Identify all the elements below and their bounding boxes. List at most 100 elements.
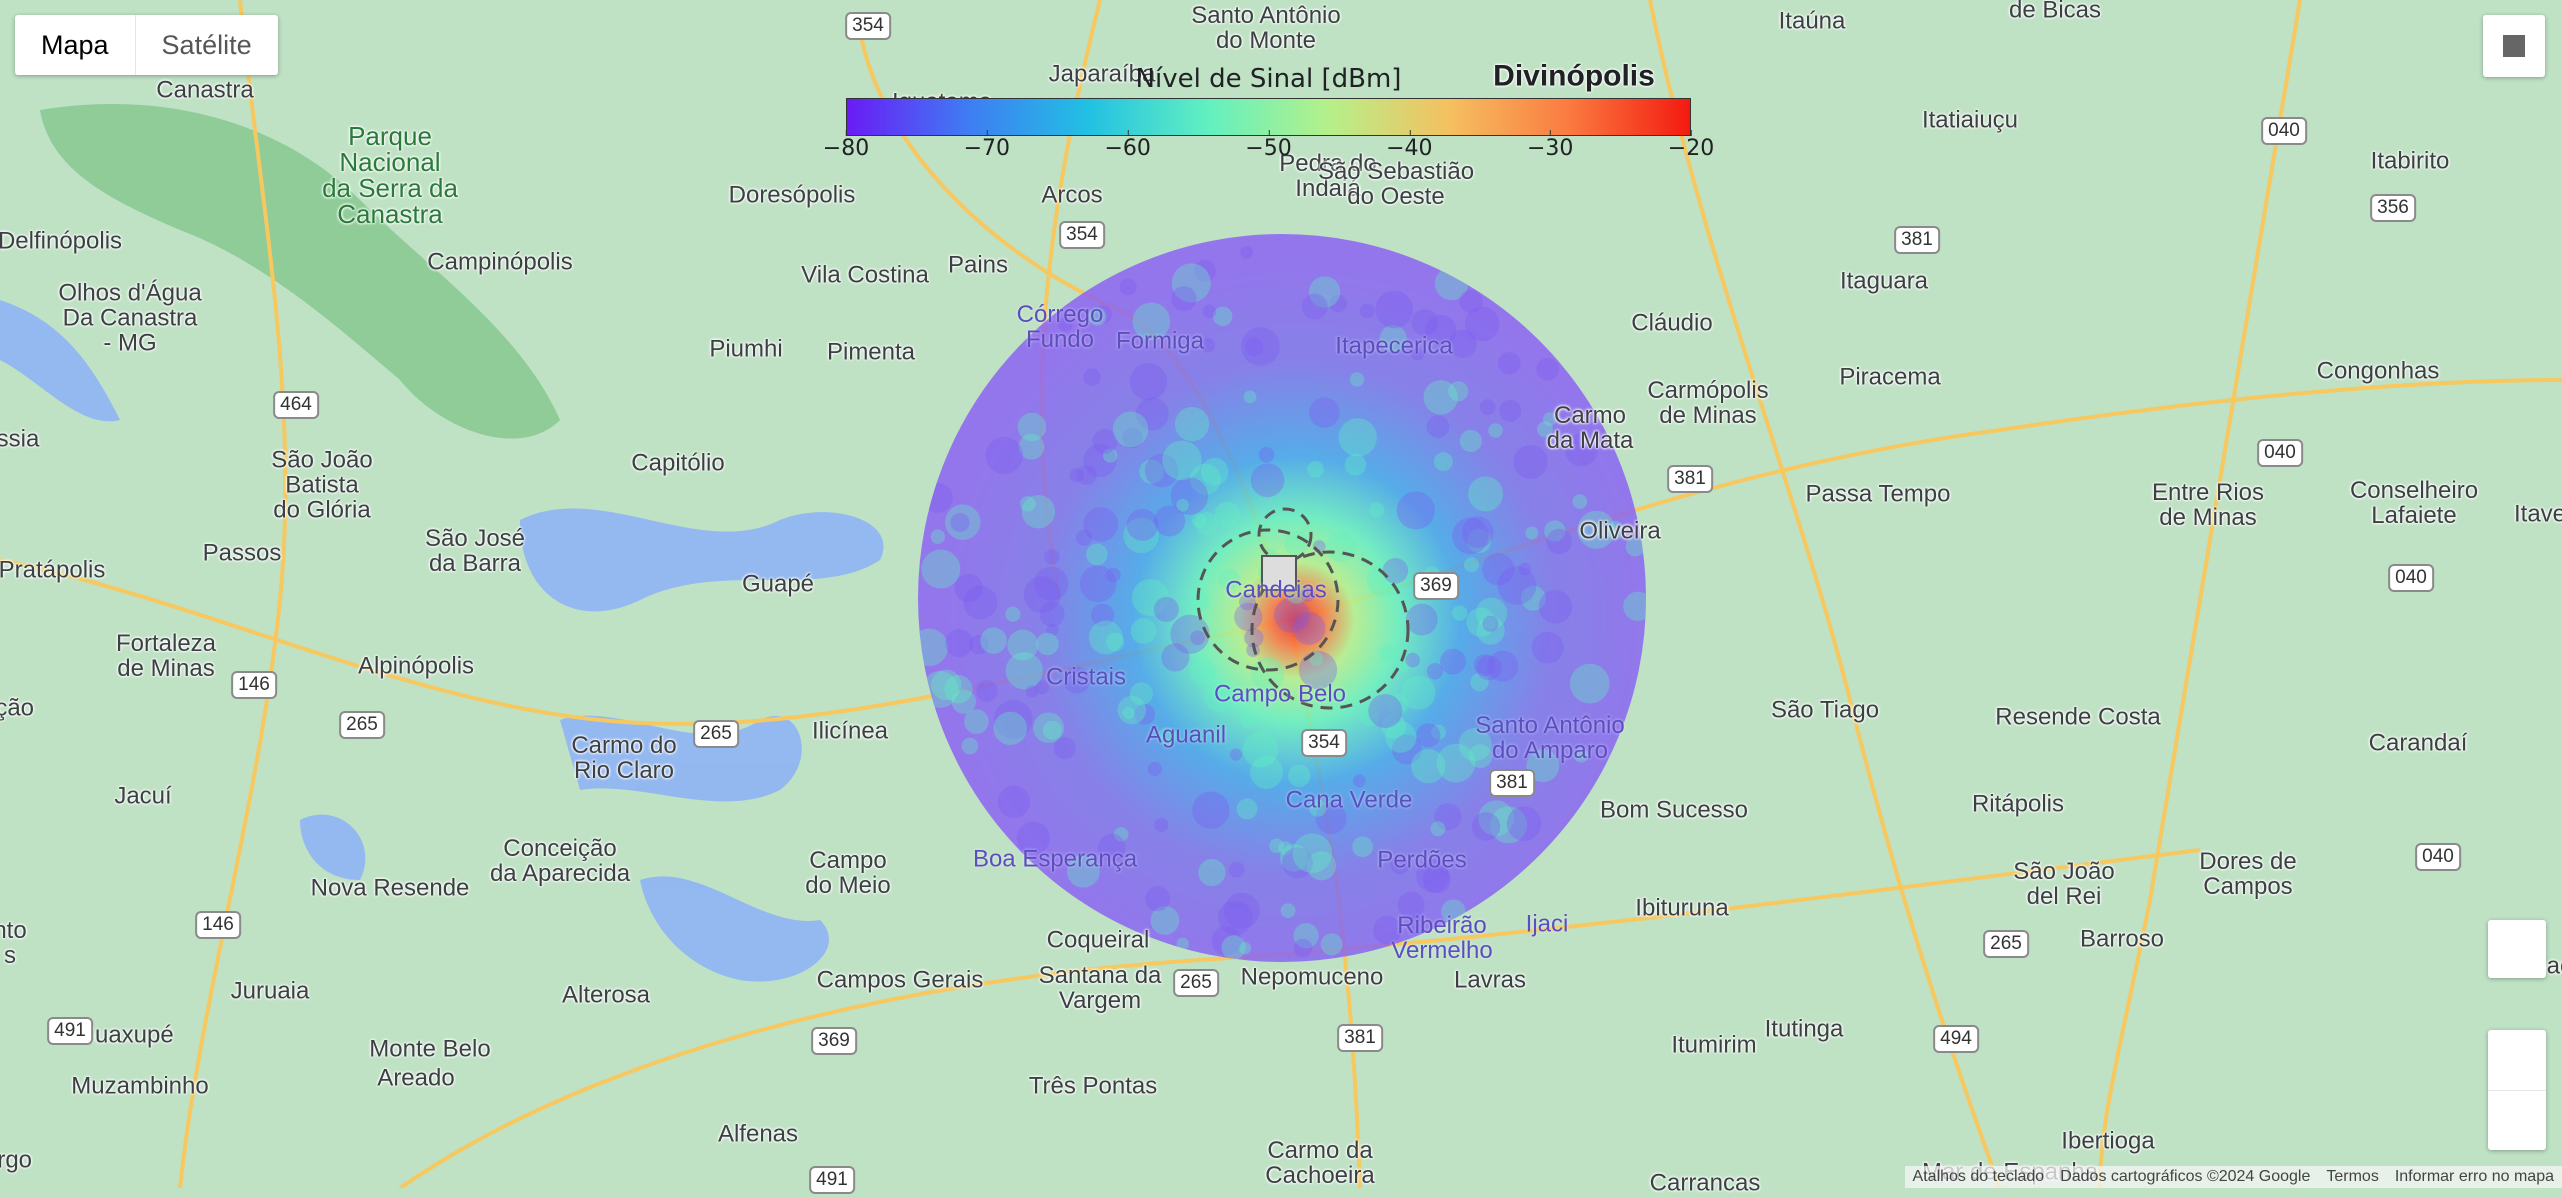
coverage-speckle [1112, 411, 1149, 448]
coverage-speckle [1426, 415, 1450, 438]
place-label: Barroso [2079, 925, 2165, 953]
coverage-speckle [1349, 372, 1365, 387]
coverage-speckle [1359, 303, 1375, 319]
coverage-speckle [954, 573, 983, 603]
coverage-speckle [1079, 565, 1117, 603]
coverage-speckle [1039, 601, 1065, 627]
map-data-attribution: Dados cartográficos ©2024 Google [2060, 1168, 2311, 1185]
place-label: Formiga [1115, 327, 1205, 355]
legend-tick: −30 [1526, 130, 1574, 161]
place-label: Conceição da Aparecida [489, 835, 631, 887]
coverage-speckle [1569, 663, 1610, 704]
route-shield: 146 [195, 911, 241, 939]
place-label: ição [0, 694, 35, 722]
route-shield: 381 [1337, 1024, 1383, 1052]
route-shield: 491 [809, 1166, 855, 1194]
route-shield: 040 [2415, 843, 2461, 871]
coverage-speckle [985, 436, 1023, 475]
zoom-in-button[interactable] [2488, 1030, 2546, 1091]
place-label: Pimenta [826, 338, 916, 366]
coverage-speckle [921, 549, 961, 589]
report-error-link[interactable]: Informar erro no mapa [2387, 1166, 2562, 1188]
place-label: Bom Sucesso [1599, 796, 1749, 824]
place-label: Cana Verde [1285, 786, 1413, 814]
place-label: Muzambinho [71, 1072, 209, 1100]
coverage-speckle [1036, 632, 1059, 656]
place-label: Campo Belo [1213, 680, 1347, 708]
coverage-speckle [1468, 476, 1504, 512]
route-shield: 491 [47, 1017, 93, 1045]
coverage-speckle [1176, 498, 1189, 512]
place-label: Alterosa [561, 981, 651, 1009]
terms-link[interactable]: Termos [2318, 1166, 2386, 1188]
place-label: Vila Costina [801, 261, 929, 289]
coverage-speckle [1283, 530, 1310, 557]
coverage-speckle [1250, 463, 1285, 498]
coverage-speckle [1189, 658, 1217, 686]
place-label: Nepomuceno [1240, 963, 1384, 991]
place-label: Juruaia [230, 977, 310, 1005]
legend-tick: −80 [822, 130, 870, 161]
pegman-button[interactable] [2488, 920, 2546, 978]
satellite-button[interactable]: Satélite [136, 15, 278, 75]
place-label: São José da Barra [424, 525, 526, 577]
coverage-speckle [1405, 603, 1438, 636]
route-shield: 354 [1301, 729, 1347, 757]
coverage-speckle [1119, 278, 1137, 296]
coverage-speckle [1129, 362, 1168, 401]
route-shield: 040 [2388, 564, 2434, 592]
coverage-speckle [1221, 935, 1246, 960]
coverage-speckle [1176, 937, 1190, 950]
place-label: Arcos [1041, 181, 1103, 209]
map-button[interactable]: Mapa [15, 15, 135, 75]
place-label: Itabirito [2370, 147, 2450, 175]
coverage-speckle [1473, 654, 1496, 677]
coverage-speckle [1033, 566, 1069, 601]
place-label: Olhos d'Água Da Canastra - MG [58, 279, 202, 357]
place-label: Capitólio [631, 449, 725, 477]
place-label: Fortaleza de Minas [115, 630, 217, 682]
place-label: São João Batista do Glória [271, 446, 373, 524]
place-label: Ibituruna [1635, 894, 1729, 922]
coverage-speckle [1198, 858, 1226, 887]
coverage-speckle [1471, 812, 1501, 841]
place-label: Campos Gerais [816, 966, 984, 994]
coverage-speckle [1518, 562, 1532, 576]
coverage-speckle [1338, 418, 1377, 457]
coverage-speckle [1405, 652, 1421, 668]
coverage-speckle [1147, 761, 1163, 777]
place-label: Santo Antônio do Amparo [1475, 712, 1625, 764]
coverage-speckle [1025, 685, 1039, 698]
coverage-speckle [1007, 629, 1039, 661]
coverage-speckle [1499, 399, 1522, 422]
fullscreen-button[interactable] [2483, 15, 2545, 77]
coverage-speckle [950, 512, 970, 533]
keyboard-shortcuts-link[interactable]: Atalhos do teclado [1905, 1166, 2053, 1188]
coverage-speckle [997, 785, 1031, 818]
zoom-out-button[interactable] [2488, 1091, 2546, 1150]
coverage-speckle [1170, 477, 1209, 515]
place-label: de Bicas [2008, 0, 2102, 24]
place-label: Itaguara [1839, 267, 1929, 295]
coverage-speckle [1411, 749, 1446, 784]
coverage-speckle [923, 483, 953, 513]
route-shield: 040 [2261, 117, 2307, 145]
legend-tick: −60 [1104, 130, 1151, 161]
place-label: nto s [0, 917, 27, 969]
route-shield: 369 [811, 1027, 857, 1055]
coverage-speckle [1439, 648, 1466, 675]
coverage-speckle [1258, 446, 1275, 463]
place-label: São João del Rei [2013, 858, 2115, 910]
coverage-speckle [1623, 591, 1646, 622]
place-label: Carmo da Mata [1546, 402, 1634, 454]
place-label: Congonhas [2316, 357, 2440, 385]
coverage-speckle [930, 669, 962, 701]
place-label: São Sebastião do Oeste [1317, 158, 1475, 210]
legend-tick: −40 [1386, 130, 1433, 161]
route-shield: 354 [1059, 221, 1105, 249]
place-label: Aguanil [1145, 721, 1227, 749]
place-label: Ijaci [1525, 910, 1569, 938]
coverage-speckle [1325, 531, 1357, 563]
route-shield: 464 [273, 391, 319, 419]
coverage-speckle [945, 629, 974, 658]
